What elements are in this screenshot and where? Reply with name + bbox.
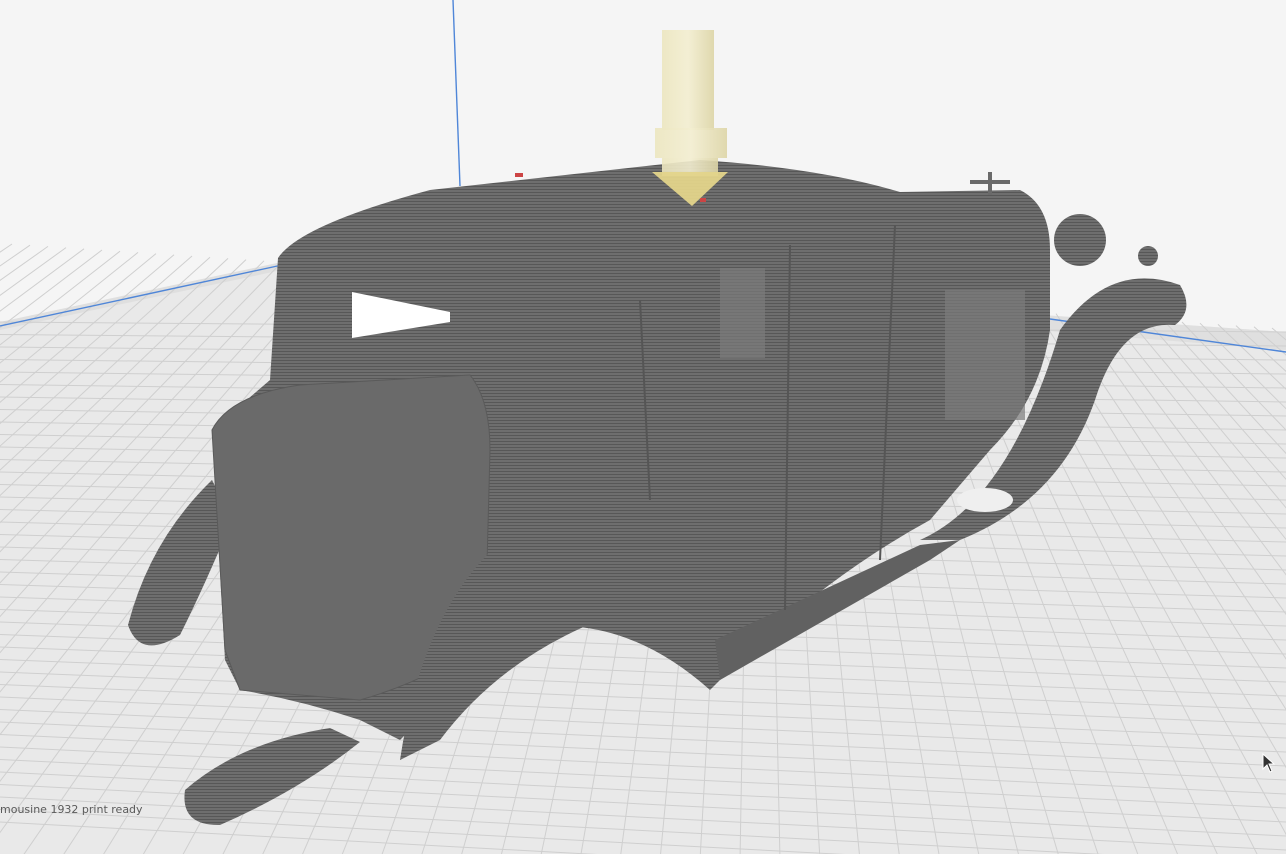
model-headlamp-small [1138, 246, 1158, 266]
model-side-grille [720, 268, 765, 358]
axis-y-line [452, 0, 461, 187]
model-headlamp [1054, 214, 1106, 266]
model-marker [515, 173, 523, 177]
print-head-nozzle [652, 30, 728, 206]
mouse-cursor-icon [1262, 753, 1276, 773]
3d-viewport[interactable]: mousine 1932 print ready [0, 0, 1286, 854]
model-side-grille-2 [945, 290, 1025, 420]
scene-canvas[interactable] [0, 0, 1286, 854]
model-wheel-cutout [957, 488, 1013, 512]
object-name-label: mousine 1932 print ready [0, 803, 143, 816]
model-marker-2 [700, 198, 706, 202]
